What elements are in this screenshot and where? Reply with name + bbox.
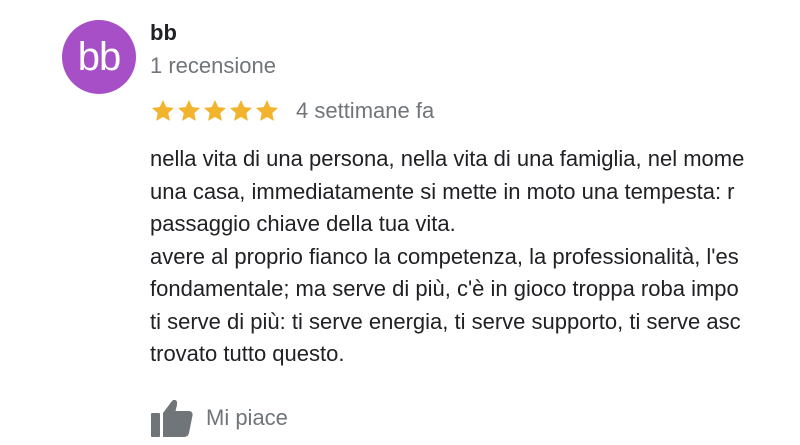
- review-text-line: ti serve di più: ti serve energia, ti se…: [150, 308, 741, 334]
- like-button[interactable]: Mi piace: [150, 396, 288, 440]
- avatar[interactable]: bb: [62, 20, 136, 94]
- avatar-initials: bb: [77, 34, 121, 79]
- review-text-line: passaggio chiave della tua vita.: [150, 211, 456, 236]
- like-label: Mi piace: [206, 405, 288, 430]
- star-icon: [229, 99, 253, 121]
- author-name[interactable]: bb: [150, 20, 177, 46]
- review-text-line: fondamentale; ma serve di più, c'è in gi…: [150, 276, 739, 301]
- star-rating: [150, 96, 280, 126]
- star-icon: [177, 99, 201, 121]
- review-text-line: nella vita di una persona, nella vita di…: [150, 146, 745, 171]
- review-card: bb bb 1 recensione 4 settimane fa nella …: [0, 0, 800, 445]
- review-text-line: una casa, immediatamente si mette in mot…: [150, 178, 735, 204]
- thumbs-up-icon: [151, 399, 193, 437]
- review-text-line: trovato tutto questo.: [150, 341, 345, 366]
- review-text-line: avere al proprio fianco la competenza, l…: [150, 243, 739, 269]
- star-icon: [203, 99, 227, 121]
- rating-row: 4 settimane fa: [150, 96, 434, 126]
- star-icon: [151, 99, 175, 121]
- review-date: 4 settimane fa: [296, 98, 435, 123]
- review-count: 1 recensione: [150, 53, 276, 78]
- review-text: nella vita di una persona, nella vita di…: [150, 143, 800, 371]
- star-icon: [255, 99, 279, 121]
